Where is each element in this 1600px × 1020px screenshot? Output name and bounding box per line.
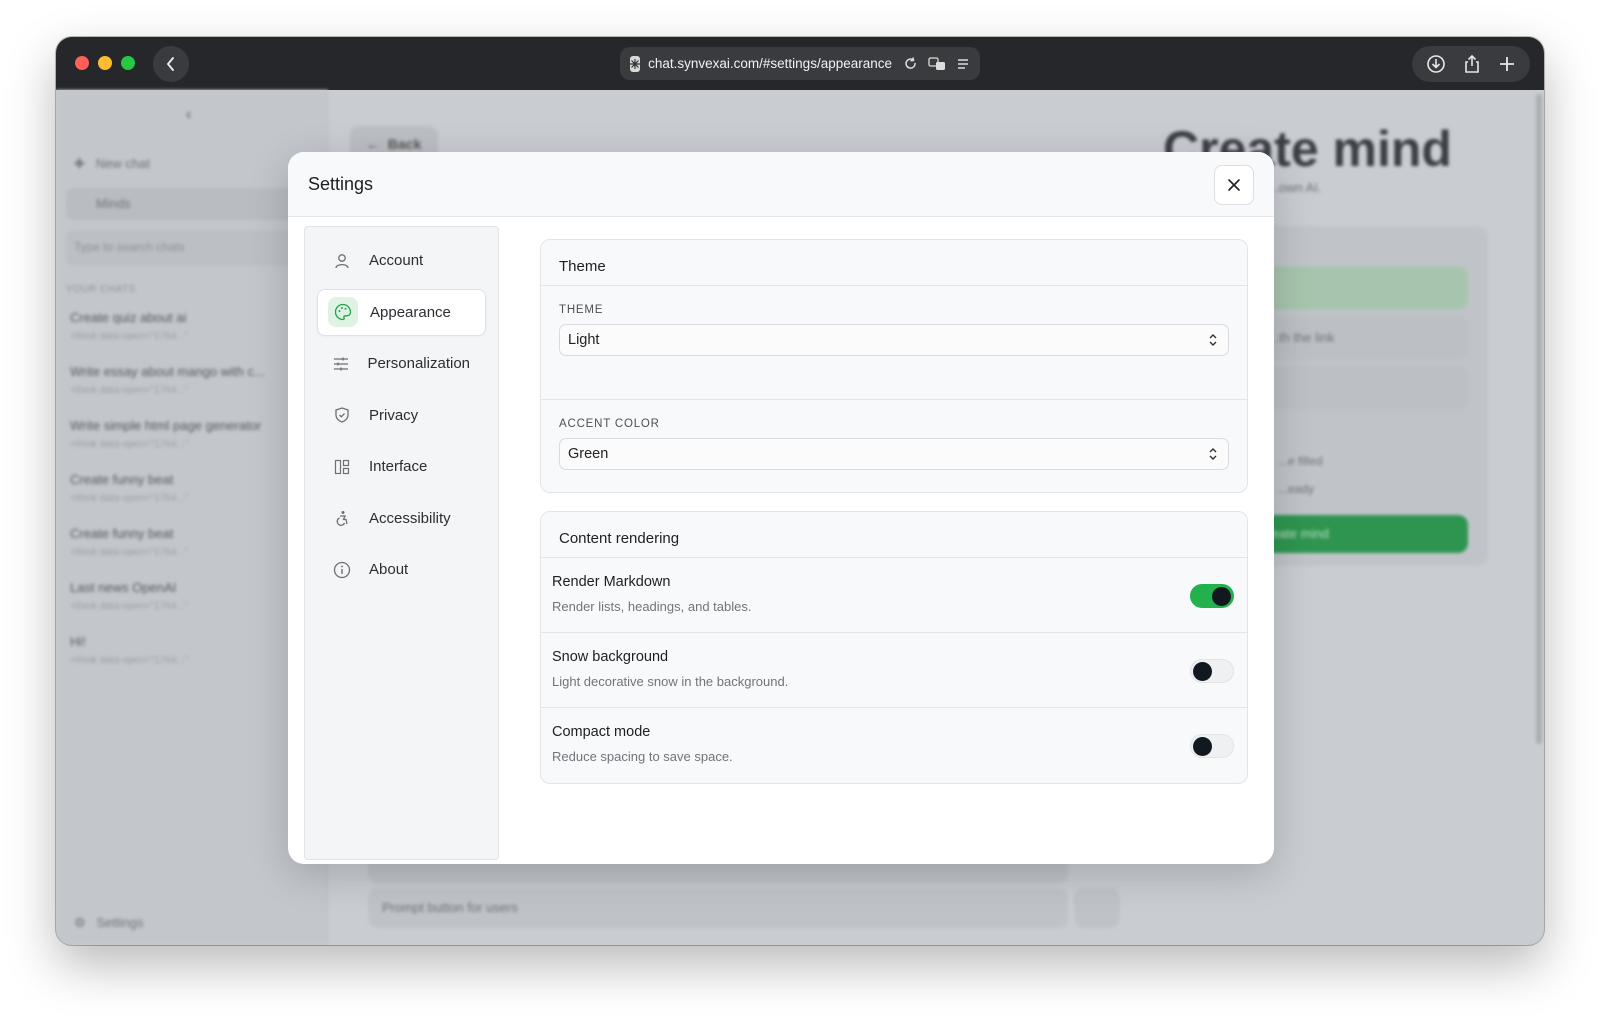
palette-icon: [328, 297, 358, 327]
chat-list-item[interactable]: Hi! <think data-open="1764...": [70, 634, 188, 666]
snow-background-toggle[interactable]: [1190, 659, 1234, 683]
chat-list-item[interactable]: Create quiz about ai <think data-open="17…: [70, 310, 188, 342]
new-chat-label: New chat: [95, 156, 150, 171]
theme-select-value: Light: [568, 332, 600, 348]
chat-search-input[interactable]: Type to search chats: [66, 230, 316, 266]
chevron-updown-icon: [1209, 448, 1217, 460]
modal-header: Settings: [288, 152, 1274, 217]
browser-back-button[interactable]: [153, 46, 189, 82]
nav-item-privacy[interactable]: Privacy: [317, 392, 486, 439]
sliders-icon: [333, 355, 349, 373]
info-icon: [333, 561, 351, 579]
toggle-knob: [1212, 587, 1231, 606]
theme-field: THEME Light: [541, 286, 1247, 400]
nav-label: About: [369, 561, 409, 578]
accessibility-icon: [333, 509, 351, 527]
toggle-knob: [1193, 662, 1212, 681]
sidebar-settings-button[interactable]: ⚙ Settings: [74, 915, 143, 931]
form-note: ...e filled: [1278, 454, 1323, 468]
toggle-knob: [1193, 737, 1212, 756]
row-title: Snow background: [552, 649, 669, 665]
theme-select[interactable]: Light: [559, 324, 1229, 356]
browser-toolbar-right: [1412, 46, 1530, 82]
nav-item-personalization[interactable]: Personalization: [317, 340, 486, 387]
accent-label: ACCENT COLOR: [559, 418, 660, 430]
chat-list-item[interactable]: Last news OpenAI <think data-open="1764..…: [70, 580, 188, 612]
nav-item-accessibility[interactable]: Accessibility: [317, 495, 486, 542]
chevron-left-icon: [167, 57, 174, 71]
row-description: Reduce spacing to save space.: [552, 749, 733, 764]
shield-icon: [333, 406, 351, 424]
trash-icon[interactable]: [1074, 888, 1120, 928]
close-icon: [1228, 179, 1240, 191]
nav-label: Interface: [369, 458, 428, 475]
accent-field: ACCENT COLOR Green: [541, 400, 1247, 492]
theme-card: Theme THEME Light ACCENT COLOR Green: [540, 239, 1248, 493]
browser-window: chat.synvexai.com/#settings/appearance ‹…: [56, 37, 1544, 945]
content-card-heading: Content rendering: [541, 512, 1247, 558]
translate-icon[interactable]: [928, 56, 946, 71]
layout-icon: [333, 458, 351, 476]
site-favicon-icon: [630, 55, 641, 72]
address-bar[interactable]: chat.synvexai.com/#settings/appearance: [620, 47, 980, 80]
nav-label: Appearance: [370, 303, 451, 321]
chevron-updown-icon: [1209, 334, 1217, 346]
new-chat-button[interactable]: ✚ New chat: [74, 156, 150, 172]
theme-card-heading: Theme: [541, 240, 1247, 286]
nav-item-about[interactable]: About: [317, 546, 486, 593]
row-title: Compact mode: [552, 724, 651, 740]
reload-icon[interactable]: [904, 56, 918, 71]
compact-mode-toggle[interactable]: [1190, 734, 1234, 758]
prompt-input[interactable]: Prompt button for users: [368, 888, 1068, 928]
chat-list-item[interactable]: Write essay about mango with c... <think …: [70, 364, 265, 396]
sidebar-collapse-icon[interactable]: ‹: [186, 106, 191, 124]
render-markdown-toggle[interactable]: [1190, 584, 1234, 608]
url-text: chat.synvexai.com/#settings/appearance: [648, 56, 892, 71]
row-description: Light decorative snow in the background.: [552, 674, 789, 689]
sidebar-settings-label: Settings: [96, 915, 144, 930]
download-icon[interactable]: [1426, 54, 1446, 74]
minimize-window-button[interactable]: [98, 56, 112, 70]
snow-background-row: Snow background Light decorative snow in…: [541, 633, 1247, 708]
page-subtitle: ...own AI.: [1268, 180, 1322, 195]
user-icon: [333, 252, 351, 270]
nav-item-account[interactable]: Account: [317, 237, 486, 284]
chat-list-item[interactable]: Write simple html page generator <think d…: [70, 418, 261, 450]
chat-list-item[interactable]: Create funny beat <think data-open="1764.…: [70, 472, 188, 504]
new-tab-icon[interactable]: [1498, 55, 1516, 73]
row-description: Render lists, headings, and tables.: [552, 599, 752, 614]
nav-item-appearance[interactable]: Appearance: [317, 288, 486, 336]
nav-label: Accessibility: [369, 509, 451, 527]
nav-label: Personalization: [367, 355, 470, 372]
share-icon[interactable]: [1463, 54, 1481, 74]
title-bar: chat.synvexai.com/#settings/appearance: [56, 37, 1544, 90]
settings-nav: Account Appearance Personalization Priva…: [304, 226, 499, 860]
accent-select-value: Green: [568, 446, 609, 462]
compact-mode-row: Compact mode Reduce spacing to save spac…: [541, 708, 1247, 783]
back-label: Back: [387, 136, 422, 152]
chat-list-item[interactable]: Create funny beat <think data-open="1764.…: [70, 526, 188, 558]
settings-content: Theme THEME Light ACCENT COLOR Green Con…: [540, 239, 1248, 802]
row-title: Render Markdown: [552, 574, 671, 590]
close-modal-button[interactable]: [1214, 165, 1254, 205]
your-chats-heading: YOUR CHATS: [66, 284, 136, 295]
minds-item[interactable]: Minds: [66, 188, 316, 220]
nav-label: Privacy: [369, 406, 419, 424]
theme-label: THEME: [559, 304, 604, 316]
modal-title: Settings: [308, 173, 374, 194]
maximize-window-button[interactable]: [121, 56, 135, 70]
scrollbar[interactable]: [1536, 94, 1542, 744]
form-note: ...eady: [1278, 482, 1315, 496]
nav-item-interface[interactable]: Interface: [317, 443, 486, 490]
accent-select[interactable]: Green: [559, 438, 1229, 470]
content-rendering-card: Content rendering Render Markdown Render…: [540, 511, 1248, 784]
close-window-button[interactable]: [75, 56, 89, 70]
settings-modal: Settings Account Appearance Personalizat…: [288, 152, 1274, 864]
render-markdown-row: Render Markdown Render lists, headings, …: [541, 558, 1247, 633]
reader-icon[interactable]: [956, 57, 970, 71]
nav-label: Account: [369, 252, 424, 269]
